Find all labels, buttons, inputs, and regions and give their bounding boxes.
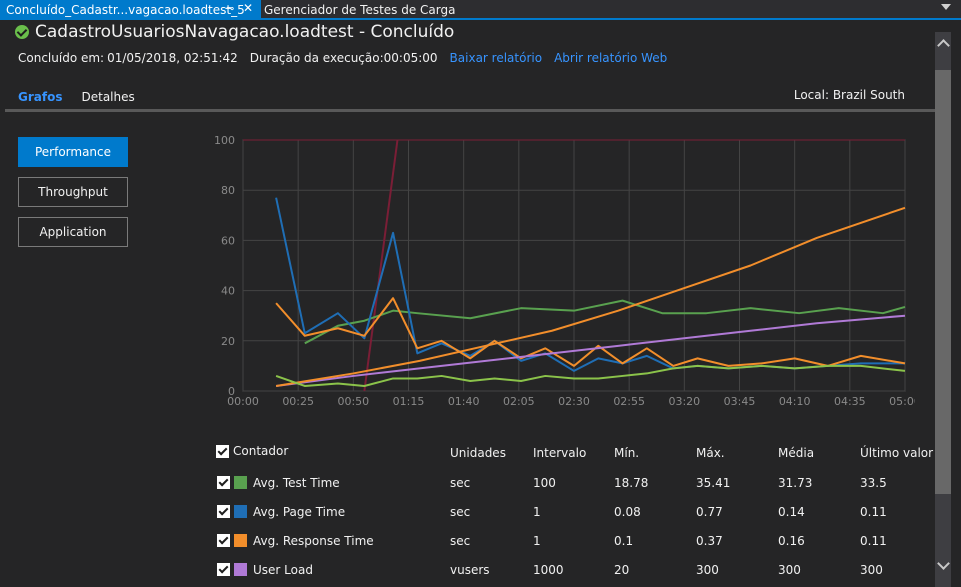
y-tick-label: 80 xyxy=(221,184,235,197)
counter-name: User Load xyxy=(253,563,313,577)
pin-icon[interactable]: ⊸ xyxy=(225,2,234,15)
series-color-swatch xyxy=(234,505,247,518)
counter-average: 31.73 xyxy=(778,476,813,490)
counter-min: 20 xyxy=(614,563,630,577)
x-tick-label: 00:00 xyxy=(227,395,259,408)
column-header-average[interactable]: Média xyxy=(778,446,814,460)
tab-graphs[interactable]: Grafos xyxy=(18,90,62,104)
counter-checkbox[interactable] xyxy=(217,534,230,547)
duration-info: Duração da execução:00:05:00 xyxy=(249,51,438,65)
y-tick-label: 100 xyxy=(214,134,235,147)
x-tick-label: 00:25 xyxy=(282,395,314,408)
counter-interval: 100 xyxy=(533,476,556,490)
tab-load-test-manager[interactable]: Gerenciador de Testes de Carga xyxy=(264,0,455,20)
counter-name: Avg. Page Time xyxy=(253,505,346,519)
duration-value: 00:05:00 xyxy=(383,51,438,65)
x-tick-label: 00:50 xyxy=(337,395,369,408)
document-tab-bar: Concluído_Cadastr...vagacao.loadtest_5 ⊸… xyxy=(0,0,961,20)
page-header: CadastroUsuariosNavagacao.loadtest - Con… xyxy=(15,22,454,42)
counter-units: sec xyxy=(450,476,471,490)
tab-label: Concluído_Cadastr...vagacao.loadtest_5 xyxy=(6,3,245,17)
tab-label: Gerenciador de Testes de Carga xyxy=(264,3,456,17)
counter-last-value: 33.5 xyxy=(860,476,887,490)
x-tick-label: 01:40 xyxy=(448,395,480,408)
page-title: CadastroUsuariosNavagacao.loadtest - Con… xyxy=(35,22,455,42)
counter-interval: 1 xyxy=(533,534,541,548)
x-tick-label: 02:05 xyxy=(503,395,535,408)
download-report-link[interactable]: Baixar relatório xyxy=(450,51,543,65)
x-tick-label: 03:20 xyxy=(668,395,700,408)
x-tick-label: 04:35 xyxy=(834,395,866,408)
y-tick-label: 60 xyxy=(221,234,235,247)
column-header-counter[interactable]: Contador xyxy=(233,444,288,458)
counter-min: 0.1 xyxy=(614,534,634,548)
scrollbar-thumb[interactable] xyxy=(935,70,951,494)
scroll-down-icon[interactable] xyxy=(938,559,948,569)
counter-max: 0.77 xyxy=(696,505,723,519)
counter-last-value: 0.11 xyxy=(860,505,887,519)
counter-name: Avg. Test Time xyxy=(253,476,340,490)
counter-checkbox[interactable] xyxy=(217,505,230,518)
series-color-swatch xyxy=(234,534,247,547)
application-button[interactable]: Application xyxy=(18,217,128,247)
counter-units: sec xyxy=(450,534,471,548)
counter-min: 0.08 xyxy=(614,505,641,519)
counter-name: Avg. Response Time xyxy=(253,534,374,548)
x-tick-label: 02:30 xyxy=(558,395,590,408)
counter-min: 18.78 xyxy=(614,476,649,490)
x-tick-label: 04:10 xyxy=(779,395,811,408)
counter-max: 0.37 xyxy=(696,534,723,548)
column-header-interval[interactable]: Intervalo xyxy=(533,446,586,460)
counter-average: 0.14 xyxy=(778,505,805,519)
completed-value: 01/05/2018, 02:51:42 xyxy=(107,51,238,65)
x-tick-label: 01:15 xyxy=(393,395,425,408)
y-tick-label: 40 xyxy=(221,285,235,298)
scroll-up-icon[interactable] xyxy=(938,38,948,48)
tab-details[interactable]: Detalhes xyxy=(81,90,134,104)
tab-loadtest-result[interactable]: Concluído_Cadastr...vagacao.loadtest_5 ⊸… xyxy=(0,0,261,20)
counter-units: sec xyxy=(450,505,471,519)
series-color-swatch xyxy=(234,476,247,489)
counter-units: vusers xyxy=(450,563,490,577)
column-header-min[interactable]: Mín. xyxy=(614,446,639,460)
counter-max: 300 xyxy=(696,563,719,577)
column-header-max[interactable]: Máx. xyxy=(696,446,725,460)
counter-interval: 1 xyxy=(533,505,541,519)
counter-checkbox[interactable] xyxy=(217,476,230,489)
close-icon[interactable]: ✕ xyxy=(243,1,253,15)
tab-list-dropdown-icon[interactable] xyxy=(941,4,951,10)
column-header-units[interactable]: Unidades xyxy=(450,446,506,460)
counter-last-value: 0.11 xyxy=(860,534,887,548)
throughput-button[interactable]: Throughput xyxy=(18,177,128,207)
x-tick-label: 02:55 xyxy=(613,395,645,408)
counter-last-value: 300 xyxy=(860,563,883,577)
performance-button[interactable]: Performance xyxy=(18,137,128,167)
counter-average: 0.16 xyxy=(778,534,805,548)
counter-average: 300 xyxy=(778,563,801,577)
counter-interval: 1000 xyxy=(533,563,564,577)
x-tick-label: 05:00 xyxy=(889,395,915,408)
series-color-swatch xyxy=(234,563,247,576)
y-tick-label: 20 xyxy=(221,335,235,348)
success-check-icon xyxy=(15,25,29,39)
counter-max: 35.41 xyxy=(696,476,731,490)
view-tabs: Grafos Detalhes xyxy=(18,90,154,104)
divider xyxy=(5,109,935,112)
open-web-report-link[interactable]: Abrir relatório Web xyxy=(554,51,667,65)
completed-info: Concluído em: 01/05/2018, 02:51:42 xyxy=(18,51,238,65)
x-tick-label: 03:45 xyxy=(724,395,756,408)
run-info: Concluído em: 01/05/2018, 02:51:42 Duraçã… xyxy=(18,51,679,65)
location-label: Local: Brazil South xyxy=(793,88,905,102)
performance-chart[interactable]: 02040608010000:00 00:25 00:50 01:15 01:40 02:… xyxy=(210,128,915,413)
column-header-last-value[interactable]: Último valor xyxy=(860,446,933,460)
select-all-checkbox[interactable] xyxy=(216,445,229,458)
counter-checkbox[interactable] xyxy=(217,563,230,576)
